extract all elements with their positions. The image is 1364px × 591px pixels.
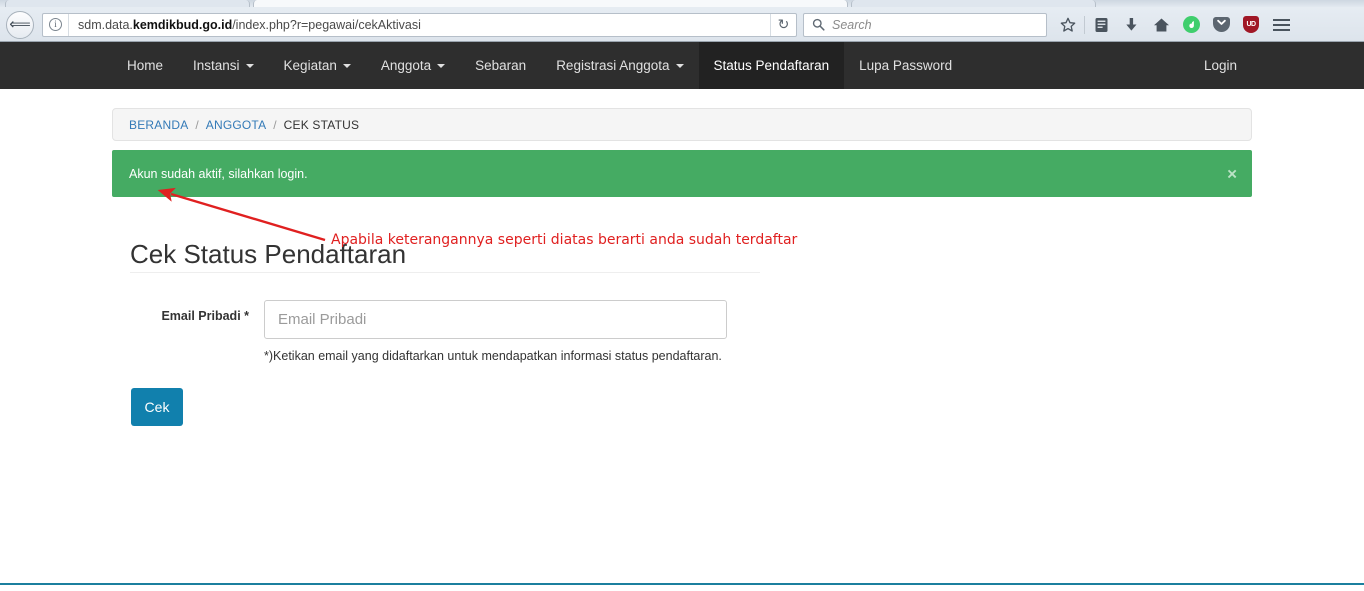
email-form-row: Email Pribadi * *)Ketikan email yang did… <box>112 300 812 363</box>
nav-item-label: Sebaran <box>475 57 527 73</box>
nav-item-label: Login <box>1203 57 1237 73</box>
green-circle-addon-icon[interactable] <box>1176 11 1206 39</box>
email-field-label: Email Pribadi * <box>161 309 249 323</box>
url-text: sdm.data.kemdikbud.go.id/index.php?r=peg… <box>69 18 421 32</box>
nav-item-label: Anggota <box>380 57 432 73</box>
breadcrumb-separator: / <box>273 117 277 132</box>
nav-item-login[interactable]: Login <box>1189 42 1252 89</box>
browser-chrome: ⟸ i sdm.data.kemdikbud.go.id/index.php?r… <box>0 0 1364 42</box>
nav-item-label: Status Pendaftaran <box>713 57 830 73</box>
nav-item-kegiatan[interactable]: Kegiatan <box>269 42 366 89</box>
breadcrumb: BERANDA / ANGGOTA / CEK STATUS <box>112 108 1252 141</box>
breadcrumb-item-cek-status: CEK STATUS <box>283 117 360 132</box>
chevron-down-icon <box>245 63 254 68</box>
search-icon <box>812 18 825 31</box>
search-input-placeholder[interactable]: Search <box>832 18 872 32</box>
nav-item-label: Instansi <box>193 57 240 73</box>
alert-message: Akun sudah aktif, silahkan login. <box>129 166 308 181</box>
home-icon[interactable] <box>1146 11 1176 39</box>
browser-navigation-toolbar: ⟸ i sdm.data.kemdikbud.go.id/index.php?r… <box>0 7 1364 42</box>
hamburger-glyph <box>1272 18 1290 31</box>
email-help-text: *)Ketikan email yang didaftarkan untuk m… <box>264 349 722 363</box>
site-navigation-right: Login <box>1189 42 1252 89</box>
breadcrumb-separator: / <box>195 117 199 132</box>
chevron-down-icon <box>342 63 351 68</box>
reload-button[interactable]: ↻ <box>770 13 796 36</box>
email-field-wrap: *)Ketikan email yang didaftarkan untuk m… <box>264 300 727 363</box>
nav-item-instansi[interactable]: Instansi <box>178 42 269 89</box>
nav-item-lupa-password[interactable]: Lupa Password <box>844 42 967 89</box>
close-icon[interactable]: × <box>1227 165 1237 182</box>
ublock-origin-icon[interactable]: UD <box>1236 11 1266 39</box>
title-divider <box>130 272 760 273</box>
page-body: BERANDA / ANGGOTA / CEK STATUS Akun suda… <box>0 89 1364 591</box>
cek-button[interactable]: Cek <box>131 388 183 426</box>
nav-item-sebaran[interactable]: Sebaran <box>460 42 541 89</box>
site-navigation-inner: Home Instansi Kegiatan Anggota Sebaran R… <box>112 42 1252 89</box>
hamburger-menu-icon[interactable] <box>1266 11 1296 39</box>
browser-toolbar-icons: UD <box>1053 11 1296 39</box>
browser-tab-strip[interactable] <box>0 0 1364 7</box>
breadcrumb-item-beranda[interactable]: BERANDA <box>129 118 188 132</box>
nav-item-label: Kegiatan <box>283 57 337 73</box>
success-alert: Akun sudah aktif, silahkan login. × <box>112 150 1252 197</box>
browser-tab[interactable] <box>5 0 250 7</box>
page-title: Cek Status Pendaftaran <box>130 239 407 269</box>
chevron-down-icon <box>675 63 684 68</box>
nav-item-home[interactable]: Home <box>112 42 178 89</box>
search-bar[interactable]: Search <box>803 12 1047 37</box>
ublock-glyph: UD <box>1243 16 1259 33</box>
footer-divider <box>0 583 1364 585</box>
info-icon: i <box>49 18 62 31</box>
nav-item-label: Lupa Password <box>859 57 953 73</box>
download-arrow-icon[interactable] <box>1116 11 1146 39</box>
url-bar[interactable]: i sdm.data.kemdikbud.go.id/index.php?r=p… <box>42 12 797 37</box>
chevron-down-icon <box>437 63 446 68</box>
nav-item-label: Registrasi Anggota <box>556 57 670 73</box>
nav-item-status-pendaftaran[interactable]: Status Pendaftaran <box>698 42 845 89</box>
nav-item-label: Home <box>127 57 164 73</box>
star-bookmark-icon[interactable] <box>1053 11 1083 39</box>
back-button[interactable]: ⟸ <box>6 10 34 39</box>
url-suffix: /index.php?r=pegawai/cekAktivasi <box>232 17 421 32</box>
reload-icon: ↻ <box>777 16 790 32</box>
green-circle-glyph <box>1182 16 1200 33</box>
nav-item-anggota[interactable]: Anggota <box>366 42 460 89</box>
browser-tab-active[interactable] <box>253 0 848 7</box>
url-domain: kemdikbud.go.id <box>132 17 233 32</box>
site-navigation-bar: Home Instansi Kegiatan Anggota Sebaran R… <box>0 42 1364 89</box>
content-container: BERANDA / ANGGOTA / CEK STATUS Akun suda… <box>112 89 1252 426</box>
breadcrumb-item-anggota[interactable]: ANGGOTA <box>206 118 267 132</box>
pocket-shield-icon[interactable] <box>1206 11 1236 39</box>
url-prefix: sdm.data. <box>78 17 133 32</box>
nav-item-registrasi-anggota[interactable]: Registrasi Anggota <box>541 42 698 89</box>
email-input[interactable] <box>264 300 727 339</box>
back-arrow-icon: ⟸ <box>9 16 31 33</box>
browser-tab[interactable] <box>851 0 1096 7</box>
site-identity-icon[interactable]: i <box>43 13 69 36</box>
pocket-glyph <box>1212 17 1230 32</box>
toolbar-divider <box>1084 15 1085 34</box>
library-icon[interactable] <box>1086 11 1116 39</box>
